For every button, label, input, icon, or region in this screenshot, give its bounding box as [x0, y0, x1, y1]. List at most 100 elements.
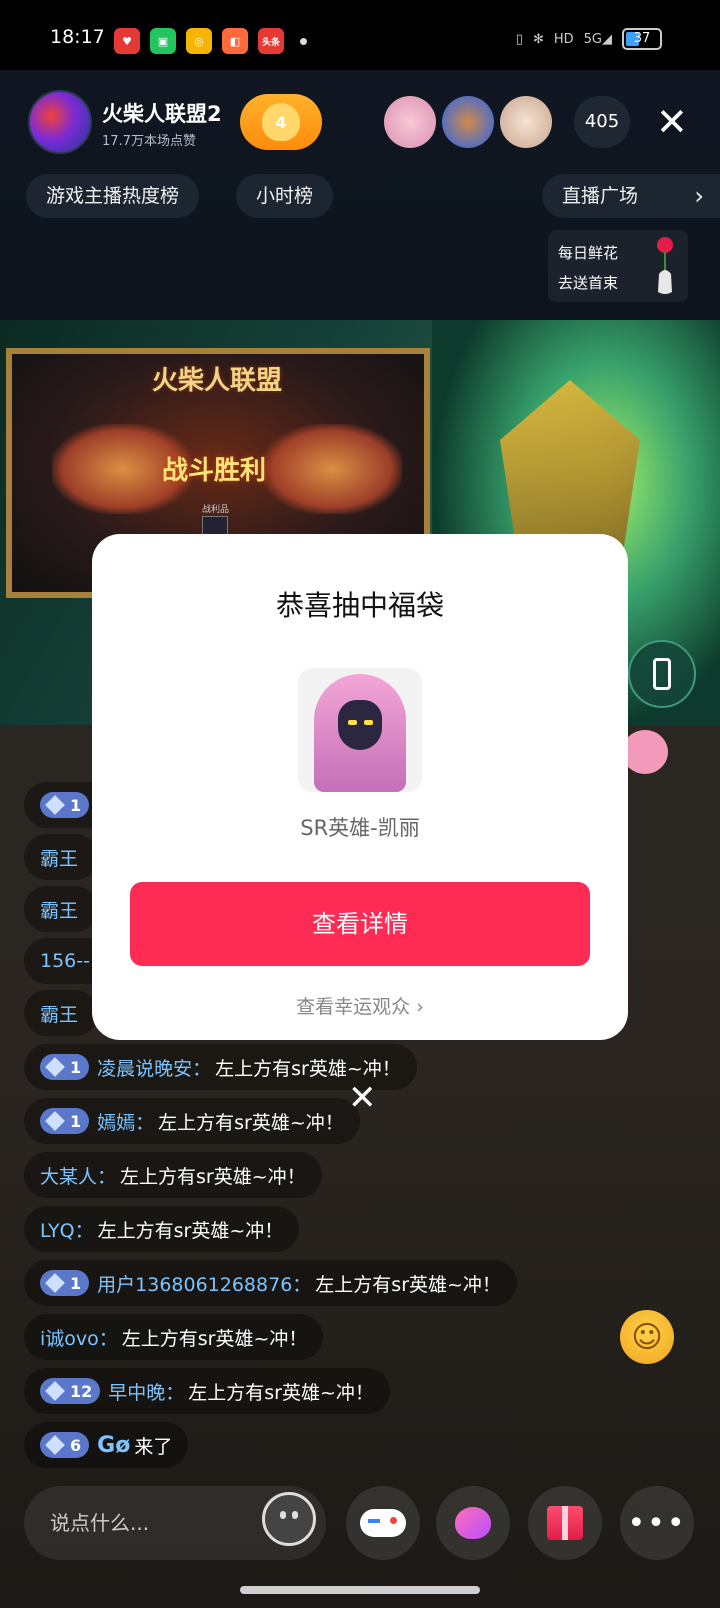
chevron-right-icon: › [694, 182, 704, 210]
daily-flower-card[interactable]: 每日鲜花 去送首束 [548, 230, 688, 302]
hd-icon: HD [553, 31, 574, 47]
level-badge: 1 [40, 792, 90, 818]
streamer-likes: 17.7万本场点赞 [102, 134, 196, 149]
chat-text: 左上方有sr英雄~冲！ [315, 1273, 501, 1296]
live-header: 火柴人联盟2 17.7万本场点赞 4 405 ✕ 游戏主播热度榜 小时榜 直播广… [0, 70, 720, 320]
prize-image [298, 668, 422, 792]
game-button[interactable] [346, 1486, 420, 1560]
chat-message[interactable]: 霸王 [24, 990, 99, 1036]
crown-icon [45, 1381, 65, 1401]
notification-icons: ♥ ▣ ◎ ◧ 头条 [114, 28, 307, 54]
app-heart-icon: ♥ [114, 28, 140, 54]
chat-message[interactable]: 1 用户1368061268876： 左上方有sr英雄~冲！ [24, 1260, 517, 1306]
app-bookmark-icon: ◧ [222, 28, 248, 54]
chat-user[interactable]: 霸王 [40, 1000, 78, 1027]
laugh-emoji-icon: ☺ [620, 1310, 674, 1364]
lucky-bag-dialog: 恭喜抽中福袋 SR英雄-凯丽 查看详情 查看幸运观众 › [92, 534, 628, 1040]
diamond-icon [45, 795, 65, 815]
home-indicator[interactable] [240, 1586, 480, 1594]
chat-user[interactable]: 霸王 [40, 896, 78, 923]
view-details-button[interactable]: 查看详情 [130, 882, 590, 966]
gift-icon [547, 1506, 583, 1540]
battery-level: 37 [633, 31, 651, 46]
chat-user[interactable]: i诚ovo： [40, 1324, 118, 1351]
chat-text: 左上方有sr英雄~冲！ [215, 1057, 401, 1080]
viewer-avatar[interactable] [442, 96, 494, 148]
diamond-icon [45, 1057, 65, 1077]
tab-hourly-rank[interactable]: 小时榜 [236, 174, 334, 218]
level-badge: 1 [40, 1270, 90, 1296]
chat-user[interactable]: 凌晨说晚安： [97, 1054, 211, 1081]
fan-level-heart-icon: 4 [262, 103, 300, 141]
app-toutiao-icon: 头条 [258, 28, 284, 54]
wing-right [262, 424, 402, 514]
more-dots-icon: ••• [627, 1505, 687, 1541]
phone-rotate-icon [653, 658, 671, 690]
chat-message[interactable]: 霸王 [24, 886, 99, 932]
game-title: 火柴人联盟 [152, 366, 283, 396]
chat-message[interactable]: LYQ： 左上方有sr英雄~冲！ [24, 1206, 300, 1252]
chat-user[interactable]: LYQ： [40, 1216, 94, 1243]
chat-text: 左上方有sr英雄~冲！ [158, 1111, 344, 1134]
chat-user[interactable]: 大某人： [40, 1162, 116, 1189]
chat-user[interactable]: 霸王 [40, 844, 78, 871]
signal-icon: 5G◢ [583, 31, 612, 47]
rotate-screen-button[interactable] [628, 640, 696, 708]
gamepad-icon [360, 1509, 406, 1537]
app-pay-icon: ◎ [186, 28, 212, 54]
dialog-title: 恭喜抽中福袋 [275, 589, 444, 622]
status-bar: 18:17 ♥ ▣ ◎ ◧ 头条 ▯ ✻ HD 5G◢ 37 [0, 0, 720, 70]
live-plaza-button[interactable]: 直播广场 › [542, 174, 720, 218]
loot-label: 战利品 [202, 505, 230, 515]
chat-message[interactable]: 12 早中晚： 左上方有sr英雄~冲！ [24, 1368, 390, 1414]
chat-user[interactable]: Gø [97, 1433, 130, 1458]
chat-user[interactable]: 用户1368061268876： [97, 1270, 311, 1297]
emoji-face-icon[interactable] [262, 1492, 316, 1546]
prize-eye [364, 720, 373, 725]
close-live-icon[interactable]: ✕ [656, 102, 688, 142]
flower-vase-icon [657, 237, 673, 294]
prize-name: SR英雄-凯丽 [300, 816, 420, 840]
dialog-close-icon[interactable]: ✕ [348, 1080, 377, 1116]
app-bag-icon: ▣ [150, 28, 176, 54]
status-time: 18:17 [50, 26, 105, 48]
chat-text: 左上方有sr英雄~冲！ [188, 1381, 374, 1404]
live-plaza-label: 直播广场 [562, 185, 639, 207]
chat-text: 左上方有sr英雄~冲！ [121, 1327, 308, 1350]
gift-button[interactable] [528, 1486, 602, 1560]
chat-user[interactable]: 早中晚： [108, 1378, 184, 1405]
system-icons: ▯ ✻ HD 5G◢ 37 [516, 28, 662, 50]
viewer-avatar[interactable] [384, 96, 436, 148]
floating-heart-icon [622, 730, 668, 774]
streamer-avatar[interactable] [28, 90, 92, 154]
more-button[interactable]: ••• [620, 1486, 694, 1560]
level-badge: 1 [40, 1054, 90, 1080]
chat-user[interactable]: 嫣嫣： [97, 1108, 154, 1135]
chat-message[interactable]: 1 嫣嫣： 左上方有sr英雄~冲！ [24, 1098, 360, 1144]
vibrate-icon: ▯ [515, 31, 523, 47]
prize-eye [348, 720, 357, 725]
diamond-icon [45, 1111, 65, 1131]
battery-icon: 37 [622, 28, 662, 50]
victory-text: 战斗胜利 [162, 456, 267, 486]
diamond-icon [45, 1273, 65, 1293]
chat-user[interactable]: 156-- [40, 950, 90, 972]
chat-message[interactable]: 大某人： 左上方有sr英雄~冲！ [24, 1152, 322, 1198]
level-badge: 1 [40, 1108, 90, 1134]
viewer-avatar[interactable] [500, 96, 552, 148]
viewer-count[interactable]: 405 [574, 96, 630, 148]
fan-club-button[interactable]: 4 [240, 94, 322, 150]
chat-message[interactable]: i诚ovo： 左上方有sr英雄~冲！ [24, 1314, 324, 1360]
chat-message[interactable]: 霸王 [24, 834, 99, 880]
prize-face [338, 700, 382, 750]
view-lucky-viewers-link[interactable]: 查看幸运观众 › [92, 992, 628, 1019]
tab-hot-rank[interactable]: 游戏主播热度榜 [26, 174, 200, 218]
chat-text: 来了 [134, 1435, 173, 1458]
interact-button[interactable] [436, 1486, 510, 1560]
chat-message[interactable]: 6 Gø 来了 [24, 1422, 189, 1468]
level-badge: 6 [40, 1432, 90, 1458]
level-badge: 12 [40, 1378, 101, 1404]
heart-planet-icon [455, 1507, 491, 1539]
more-notifications-dot [300, 38, 307, 45]
streamer-name[interactable]: 火柴人联盟2 [102, 98, 222, 128]
